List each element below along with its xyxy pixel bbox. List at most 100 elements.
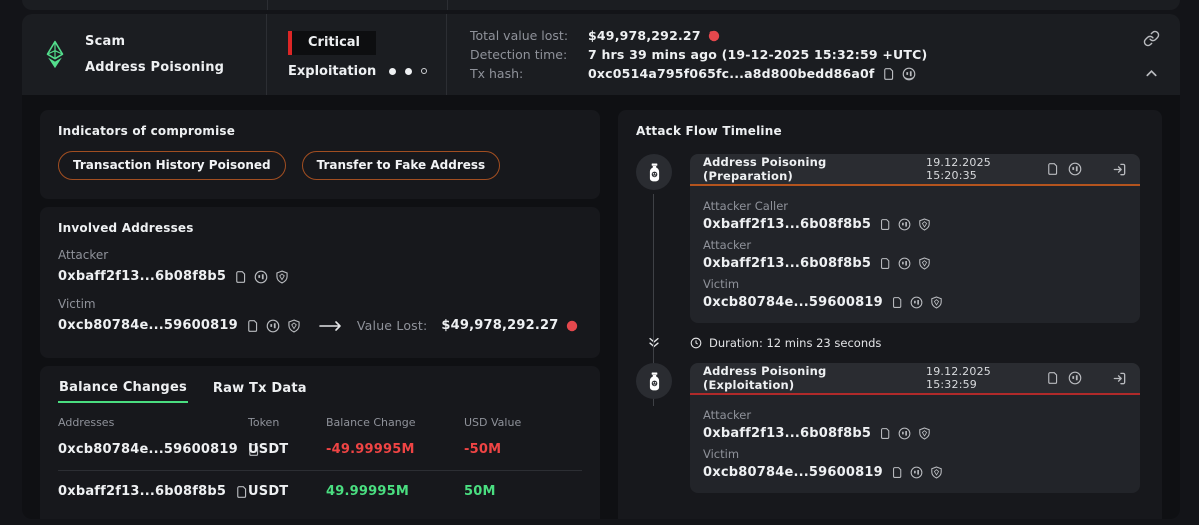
summary-row: Detection time: 7 hrs 39 mins ago (19-12…: [470, 47, 1122, 62]
scan-shield-icon[interactable]: [287, 318, 301, 333]
clock-icon: [690, 337, 702, 349]
row-usd-value: -50M: [464, 442, 502, 457]
row-address: 0xcb80784e...59600819: [58, 442, 238, 457]
participant-label: Attacker Caller: [703, 199, 789, 213]
tab-raw-tx-data[interactable]: Raw Tx Data: [212, 380, 308, 403]
row-token: USDT: [248, 484, 289, 499]
victim-label: Victim: [58, 297, 96, 311]
etherscan-icon[interactable]: [902, 67, 916, 81]
col-balance-change: Balance Change: [326, 416, 416, 429]
participant-label: Attacker: [703, 408, 752, 422]
col-usd-value: USD Value: [464, 416, 522, 429]
etherscan-icon[interactable]: [254, 270, 268, 284]
loss-alert-icon: [566, 320, 577, 331]
severity-section: Critical Exploitation: [267, 14, 447, 95]
poison-bottle-icon: [636, 154, 672, 190]
scan-shield-icon[interactable]: [930, 466, 943, 479]
ethereum-chain-icon: [45, 40, 65, 70]
value-lost-amount: $49,978,292.27: [441, 318, 559, 333]
participant-label: Attacker: [703, 238, 752, 252]
etherscan-icon[interactable]: [1068, 162, 1082, 176]
participant-address: 0xbaff2f13...6b08f8b5: [703, 426, 872, 441]
severity-label: Critical: [292, 30, 377, 55]
row-usd-value: 50M: [464, 484, 496, 499]
collapse-chevron-up-icon[interactable]: [1144, 66, 1159, 81]
etherscan-icon[interactable]: [1068, 371, 1082, 385]
scan-shield-icon[interactable]: [918, 218, 931, 231]
timeline-gap: Duration: 12 mins 23 seconds: [636, 336, 1140, 350]
copy-icon[interactable]: [891, 296, 903, 309]
severity-badge: Critical: [288, 30, 377, 55]
poison-bottle-icon: [636, 363, 672, 399]
copy-icon[interactable]: [1046, 162, 1059, 176]
duration-text: Duration: 12 mins 23 seconds: [709, 336, 882, 350]
attacker-label: Attacker: [58, 248, 109, 262]
scan-shield-icon[interactable]: [930, 296, 943, 309]
stage-dot-hollow: [421, 68, 428, 74]
copy-icon[interactable]: [879, 427, 891, 440]
etherscan-icon[interactable]: [910, 466, 923, 479]
event-title: Address Poisoning (Preparation): [703, 155, 827, 183]
event-title: Address Poisoning (Exploitation): [703, 364, 827, 392]
scan-shield-icon[interactable]: [918, 427, 931, 440]
etherscan-icon[interactable]: [898, 427, 911, 440]
participant-label: Victim: [703, 277, 740, 291]
etherscan-icon[interactable]: [910, 296, 923, 309]
etherscan-icon[interactable]: [898, 218, 911, 231]
copy-icon[interactable]: [1046, 371, 1059, 385]
previous-incident-row[interactable]: [22, 0, 1180, 10]
copy-icon[interactable]: [235, 485, 248, 499]
indicator-chip: Transaction History Poisoned: [58, 151, 286, 180]
balance-table-header: Addresses Token Balance Change USD Value: [58, 416, 582, 429]
victim-address: 0xcb80784e...59600819: [58, 318, 238, 333]
summary-row: Tx hash: 0xc0514a795f065fc...a8d800bedd8…: [470, 66, 1122, 81]
copy-icon[interactable]: [882, 67, 895, 81]
tx-hash: 0xc0514a795f065fc...a8d800bedd86a0f: [588, 66, 875, 81]
participant-label: Victim: [703, 447, 740, 461]
copy-icon[interactable]: [879, 257, 891, 270]
involved-addresses-panel: Involved Addresses Attacker 0xbaff2f13..…: [40, 207, 600, 358]
scan-shield-icon[interactable]: [918, 257, 931, 270]
participant-address: 0xbaff2f13...6b08f8b5: [703, 217, 872, 232]
divider: [267, 0, 268, 10]
tab-balance-changes[interactable]: Balance Changes: [58, 380, 188, 403]
double-chevron-down-icon: [636, 336, 672, 350]
share-link-icon[interactable]: [1143, 30, 1160, 47]
open-details-icon[interactable]: [1112, 162, 1127, 177]
row-token: USDT: [248, 442, 289, 457]
stage-dot-filled: [405, 67, 413, 75]
field-label: Tx hash:: [470, 66, 524, 81]
timeline-event: Address Poisoning (Preparation) 19.12.20…: [636, 154, 1140, 323]
indicators-title: Indicators of compromise: [58, 124, 236, 138]
stage-indicator: Exploitation: [288, 64, 446, 79]
copy-icon[interactable]: [879, 218, 891, 231]
row-balance-change: 49.99995M: [326, 484, 409, 499]
timeline-event: Address Poisoning (Exploitation) 19.12.2…: [636, 363, 1140, 493]
copy-icon[interactable]: [891, 466, 903, 479]
value-lost-label: Value Lost:: [356, 318, 428, 333]
indicators-panel: Indicators of compromise Transaction His…: [40, 110, 600, 199]
incident-category: Scam: [85, 34, 126, 49]
copy-icon[interactable]: [234, 270, 247, 284]
total-value-lost: $49,978,292.27: [588, 28, 701, 43]
etherscan-icon[interactable]: [898, 257, 911, 270]
table-row: 0xbaff2f13...6b08f8b5 USDT 49.99995M 50M: [58, 470, 582, 512]
col-token: Token: [248, 416, 280, 429]
open-details-icon[interactable]: [1112, 371, 1127, 386]
detection-time: 7 hrs 39 mins ago (19-12-2025 15:32:59 +…: [588, 47, 928, 62]
header-actions: [1122, 14, 1180, 95]
arrow-right-icon: [319, 320, 343, 332]
etherscan-icon[interactable]: [266, 319, 280, 333]
incident-summary: Total value lost: $49,978,292.27 Detecti…: [447, 14, 1122, 95]
field-label: Total value lost:: [470, 28, 569, 43]
incident-details: Indicators of compromise Transaction His…: [22, 95, 1180, 519]
scan-shield-icon[interactable]: [275, 269, 289, 284]
incident-card: Scam Address Poisoning Critical Exploita…: [22, 14, 1180, 519]
event-timestamp: 19.12.2025 15:20:35: [926, 156, 991, 182]
copy-icon[interactable]: [246, 319, 259, 333]
participant-address: 0xbaff2f13...6b08f8b5: [703, 256, 872, 271]
incident-header: Scam Address Poisoning Critical Exploita…: [22, 14, 1180, 95]
attack-flow-timeline-panel: Attack Flow Timeline Address Poisoning (…: [618, 110, 1162, 519]
balance-tabs: Balance Changes Raw Tx Data: [58, 380, 582, 403]
timeline-title: Attack Flow Timeline: [636, 124, 782, 138]
